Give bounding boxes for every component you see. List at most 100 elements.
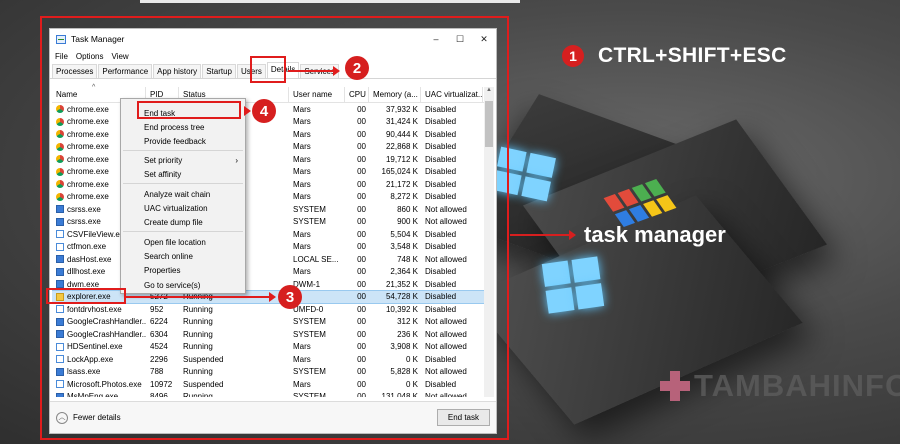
- tab-performance[interactable]: Performance: [98, 64, 153, 78]
- table-row[interactable]: dasHost.exe LOCAL SE... 00 748 K Not allowed: [52, 253, 484, 266]
- cell-user-name: Mars: [293, 267, 311, 277]
- menu-search-online[interactable]: Search online: [144, 250, 242, 263]
- cell-user-name: Mars: [293, 117, 311, 127]
- cell-user-name: SYSTEM: [293, 367, 326, 377]
- cell-user-name: Mars: [293, 342, 311, 352]
- cell-cpu: 00: [357, 367, 366, 377]
- task-manager-label: task manager: [584, 222, 726, 247]
- menu-end-process-tree[interactable]: End process tree: [144, 121, 242, 134]
- end-task-button[interactable]: End task: [436, 409, 490, 426]
- cell-cpu: 00: [357, 329, 366, 339]
- table-row[interactable]: Microsoft.Photos.exe 10972 Suspended Mars 00…: [52, 378, 484, 391]
- table-row[interactable]: lsass.exe 788 Running SYSTEM 00 5,828 K Not al…: [52, 366, 484, 379]
- column-uac[interactable]: UAC virtualizat...: [421, 87, 483, 103]
- cell-uac: Disabled: [425, 129, 457, 139]
- chrome-icon: [56, 105, 64, 114]
- cell-uac: Disabled: [425, 304, 457, 314]
- task-manager-arrow: [510, 230, 576, 240]
- table-row[interactable]: GoogleCrashHandler.... 6224 Running SYSTEM 0…: [52, 316, 484, 329]
- system-process-icon: [56, 392, 64, 397]
- cell-cpu: 00: [357, 254, 366, 264]
- column-memory[interactable]: Memory (a...: [369, 87, 421, 103]
- table-row[interactable]: CSVFileView.exe Mars 00 5,504 K Disabled: [52, 228, 484, 241]
- process-name: GoogleCrashHandler....: [67, 329, 146, 339]
- minimize-button[interactable]: –: [424, 34, 448, 44]
- fewer-details-toggle[interactable]: ︿ Fewer details: [56, 411, 437, 424]
- cell-user-name: Mars: [293, 192, 311, 202]
- table-row[interactable]: HDSentinel.exe 4524 Running Mars 00 3,908 K No…: [52, 341, 484, 354]
- cell-memory: 21,352 K: [385, 279, 418, 289]
- menu-file[interactable]: File: [55, 52, 68, 61]
- scroll-up-icon[interactable]: ▲: [484, 87, 494, 97]
- chrome-icon: [56, 180, 64, 189]
- table-row[interactable]: chrome.exe Mars 00 22,868 K Disabled: [52, 141, 484, 154]
- table-row[interactable]: chrome.exe Mars 00 21,172 K Disabled: [52, 178, 484, 191]
- end-task-highlight: [137, 101, 241, 119]
- table-row[interactable]: ctfmon.exe Mars 00 3,548 K Disabled: [52, 241, 484, 254]
- table-row[interactable]: csrss.exe SYSTEM 00 900 K Not allowed: [52, 216, 484, 229]
- close-button[interactable]: ✕: [472, 34, 496, 45]
- cell-uac: Disabled: [425, 242, 457, 252]
- chevron-up-icon: ︿: [56, 411, 68, 424]
- menu-provide-feedback[interactable]: Provide feedback: [144, 135, 242, 148]
- cell-uac: Disabled: [425, 379, 457, 389]
- menu-set-priority[interactable]: Set priority ›: [144, 154, 242, 167]
- cell-memory: 2,364 K: [390, 267, 418, 277]
- table-row[interactable]: fontdrvhost.exe 952 Running UMFD-0 00 10,392 …: [52, 303, 484, 316]
- system-process-icon: [56, 255, 64, 264]
- process-name: GoogleCrashHandler....: [67, 317, 146, 327]
- column-user-name[interactable]: User name: [289, 87, 345, 103]
- process-name: chrome.exe: [67, 179, 109, 189]
- maximize-button[interactable]: ☐: [448, 34, 472, 45]
- tab-startup[interactable]: Startup: [202, 64, 236, 78]
- cell-user-name: SYSTEM: [293, 317, 326, 327]
- menu-open-file-location[interactable]: Open file location: [144, 236, 242, 249]
- column-cpu[interactable]: CPU: [345, 87, 369, 103]
- process-name: dllhost.exe: [67, 267, 106, 277]
- scroll-thumb[interactable]: [485, 101, 493, 147]
- table-row[interactable]: LockApp.exe 2296 Suspended Mars 00 0 K Disable…: [52, 353, 484, 366]
- cell-name: HDSentinel.exe: [52, 342, 146, 351]
- context-menu: End task End process tree Provide feedba…: [120, 98, 246, 294]
- watermark-plus-icon: [660, 371, 690, 401]
- table-row[interactable]: csrss.exe SYSTEM 00 860 K Not allowed: [52, 203, 484, 216]
- table-row[interactable]: MsMpEng.exe 8496 Running SYSTEM 00 131,048 K N…: [52, 391, 484, 397]
- process-name: chrome.exe: [67, 192, 109, 202]
- cell-cpu: 00: [357, 304, 366, 314]
- table-row[interactable]: dllhost.exe Mars 00 2,364 K Disabled: [52, 266, 484, 279]
- menu-set-affinity[interactable]: Set affinity: [144, 168, 242, 181]
- process-table: Name PID Status User name CPU Memory (a.…: [52, 87, 484, 397]
- explorer-arrow: [126, 292, 276, 302]
- menu-view[interactable]: View: [111, 52, 128, 61]
- cell-user-name: SYSTEM: [293, 204, 326, 214]
- vertical-scrollbar[interactable]: ▲: [484, 87, 494, 397]
- tab-processes[interactable]: Processes: [52, 64, 98, 78]
- table-row[interactable]: chrome.exe Mars 00 19,712 K Disabled: [52, 153, 484, 166]
- menu-properties[interactable]: Properties: [144, 264, 242, 277]
- cell-user-name: SYSTEM: [293, 217, 326, 227]
- cell-uac: Not allowed: [425, 329, 467, 339]
- table-row[interactable]: chrome.exe Mars 00 165,024 K Disabled: [52, 166, 484, 179]
- menu-options[interactable]: Options: [76, 52, 104, 61]
- cell-pid: 6304: [150, 329, 168, 339]
- process-name: chrome.exe: [67, 104, 109, 114]
- cell-cpu: 00: [357, 379, 366, 389]
- cell-status: Suspended: [183, 379, 224, 389]
- process-name: chrome.exe: [67, 142, 109, 152]
- table-row[interactable]: chrome.exe Mars 00 90,444 K Disabled: [52, 128, 484, 141]
- cell-memory: 5,504 K: [390, 229, 418, 239]
- cell-memory: 165,024 K: [381, 167, 418, 177]
- menu-go-to-services[interactable]: Go to service(s): [144, 279, 242, 292]
- menu-uac-virtualization[interactable]: UAC virtualization: [144, 202, 242, 215]
- tab-app-history[interactable]: App history: [153, 64, 202, 78]
- cell-cpu: 00: [357, 229, 366, 239]
- system-process-icon: [56, 330, 64, 339]
- table-row[interactable]: chrome.exe Mars 00 8,272 K Disabled: [52, 191, 484, 204]
- cell-memory: 21,172 K: [385, 179, 418, 189]
- menu-create-dump-file[interactable]: Create dump file: [144, 216, 242, 229]
- table-row[interactable]: GoogleCrashHandler.... 6304 Running SYSTEM 0…: [52, 328, 484, 341]
- title-bar[interactable]: Task Manager – ☐ ✕: [50, 29, 496, 49]
- menu-analyze-wait-chain[interactable]: Analyze wait chain: [144, 188, 242, 201]
- explorer-row-highlight: [46, 288, 126, 304]
- chrome-icon: [56, 192, 64, 201]
